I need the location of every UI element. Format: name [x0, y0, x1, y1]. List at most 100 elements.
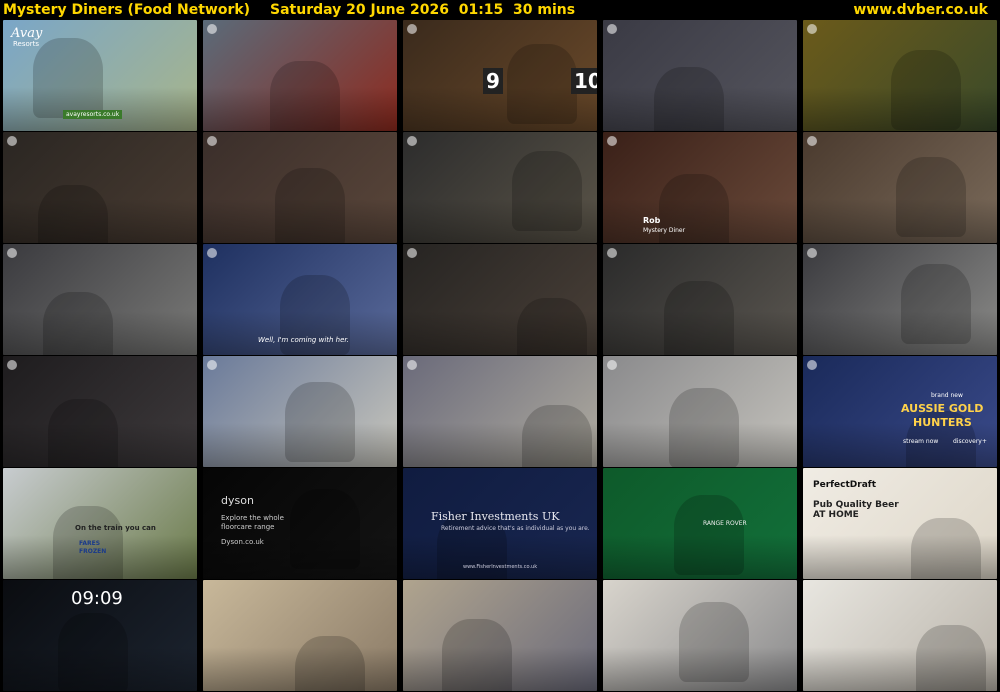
channel-logo-icon — [407, 360, 417, 370]
thumbnail-shade — [3, 310, 197, 355]
thumbnail[interactable]: brand new AUSSIE GOLD HUNTERS stream now dis… — [803, 356, 997, 467]
thumbnail-caption: brand new — [931, 392, 963, 399]
thumbnail-shade — [803, 646, 997, 691]
thumbnail[interactable] — [603, 580, 797, 691]
thumbnail-shade — [603, 86, 797, 131]
thumbnail-caption: Dyson.co.uk — [221, 538, 264, 546]
thumbnail[interactable] — [3, 132, 197, 243]
thumbnail-caption: Well, I'm coming with her. — [258, 336, 349, 344]
thumbnail[interactable] — [803, 580, 997, 691]
thumbnail-shade — [603, 310, 797, 355]
thumbnail[interactable]: Fisher Investments UK Retirement advice t… — [403, 468, 597, 579]
thumbnail[interactable] — [603, 356, 797, 467]
thumbnail[interactable]: 09:09 — [3, 580, 197, 691]
thumbnail[interactable]: PerfectDraft Pub Quality Beer AT HOME — [803, 468, 997, 579]
thumbnail-caption: dyson — [221, 494, 254, 507]
thumbnail-caption: 09:09 — [71, 588, 123, 609]
channel-logo-icon — [807, 360, 817, 370]
thumbnail-shade — [803, 534, 997, 579]
thumbnail-caption: Retirement advice that's as individual a… — [441, 525, 590, 532]
thumbnail[interactable]: dyson Explore the whole floorcare range Dys… — [203, 468, 397, 579]
thumbnail[interactable] — [3, 244, 197, 355]
thumbnail[interactable] — [603, 20, 797, 131]
thumbnail-caption: 9 — [483, 68, 503, 94]
thumbnail-shade — [3, 86, 197, 131]
thumbnail-caption: PerfectDraft — [813, 480, 876, 490]
site-link[interactable]: www.dvber.co.uk — [853, 0, 988, 20]
thumbnail-caption: On the train you can — [75, 524, 156, 532]
thumbnail[interactable]: Rob Mystery Diner — [603, 132, 797, 243]
thumbnail-shade — [203, 310, 397, 355]
channel-logo-icon — [607, 360, 617, 370]
thumbnail[interactable] — [403, 356, 597, 467]
thumbnail-caption: FROZEN — [79, 548, 107, 555]
thumbnail-shade — [603, 646, 797, 691]
thumbnail-caption: RANGE ROVER — [703, 520, 747, 527]
thumbnail-shade — [603, 422, 797, 467]
thumbnail[interactable] — [203, 580, 397, 691]
thumbnail-caption: Explore the whole — [221, 514, 284, 522]
thumbnail-caption: Fisher Investments UK — [431, 510, 560, 523]
thumbnail-shade — [603, 534, 797, 579]
channel-logo-icon — [207, 248, 217, 258]
thumbnail-caption: HUNTERS — [913, 416, 972, 429]
thumbnail[interactable]: Avay Resorts avayresorts.co.uk — [3, 20, 197, 131]
thumbnail-caption: avayresorts.co.uk — [63, 110, 123, 119]
thumbnail-grid: Avay Resorts avayresorts.co.uk 9 10 Rob Myster… — [0, 20, 1000, 692]
thumbnail-shade — [403, 422, 597, 467]
thumbnail[interactable] — [603, 244, 797, 355]
thumbnail-caption: Avay — [11, 26, 43, 41]
thumbnail-shade — [3, 646, 197, 691]
thumbnail-shade — [403, 310, 597, 355]
thumbnail[interactable] — [203, 356, 397, 467]
channel-logo-icon — [7, 360, 17, 370]
thumbnail-shade — [603, 198, 797, 243]
thumbnail[interactable]: On the train you can FARES FROZEN — [3, 468, 197, 579]
channel-logo-icon — [7, 248, 17, 258]
thumbnail[interactable] — [803, 20, 997, 131]
channel-logo-icon — [807, 136, 817, 146]
thumbnail[interactable] — [403, 580, 597, 691]
thumbnail[interactable] — [403, 244, 597, 355]
thumbnail[interactable] — [203, 132, 397, 243]
thumbnail[interactable]: 9 10 — [403, 20, 597, 131]
channel-logo-icon — [807, 24, 817, 34]
thumbnail-shade — [203, 422, 397, 467]
thumbnail-shade — [403, 534, 597, 579]
thumbnail[interactable]: RANGE ROVER — [603, 468, 797, 579]
channel-logo-icon — [7, 136, 17, 146]
thumbnail-caption: discovery+ — [953, 438, 987, 445]
thumbnail[interactable] — [403, 132, 597, 243]
thumbnail-caption: Rob — [643, 216, 661, 225]
thumbnail-shade — [403, 198, 597, 243]
thumbnail-caption: Resorts — [13, 40, 40, 48]
thumbnail-caption: Mystery Diner — [643, 227, 686, 234]
thumbnail[interactable] — [803, 132, 997, 243]
thumbnail-shade — [403, 646, 597, 691]
thumbnail-shade — [3, 422, 197, 467]
thumbnail[interactable] — [203, 20, 397, 131]
thumbnail-shade — [3, 198, 197, 243]
thumbnail[interactable] — [3, 356, 197, 467]
thumbnail[interactable] — [803, 244, 997, 355]
channel-logo-icon — [607, 248, 617, 258]
broadcast-datetime: Saturday 20 June 2026 01:15 30 mins — [270, 2, 576, 18]
channel-logo-icon — [207, 24, 217, 34]
thumbnail-shade — [803, 198, 997, 243]
channel-logo-icon — [607, 24, 617, 34]
thumbnail-caption: Pub Quality Beer — [813, 500, 899, 510]
thumbnail-shade — [203, 646, 397, 691]
thumbnail-caption: stream now — [903, 438, 939, 445]
thumbnail[interactable]: Well, I'm coming with her. — [203, 244, 397, 355]
channel-logo-icon — [407, 24, 417, 34]
channel-logo-icon — [207, 136, 217, 146]
channel-logo-icon — [807, 248, 817, 258]
thumbnail-caption: AT HOME — [813, 510, 859, 520]
thumbnail-shade — [203, 198, 397, 243]
thumbnail-shade — [803, 310, 997, 355]
channel-logo-icon — [607, 136, 617, 146]
thumbnail-caption: FARES — [79, 540, 101, 547]
header-bar: Mystery Diners (Food Network) Saturday 2… — [0, 0, 1000, 20]
channel-logo-icon — [207, 360, 217, 370]
programme-title: Mystery Diners (Food Network) — [3, 2, 251, 18]
